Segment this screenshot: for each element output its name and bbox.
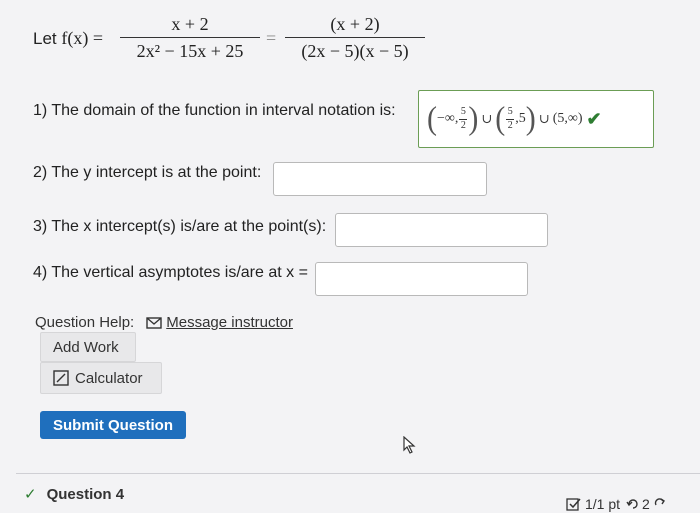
score-check-icon: [566, 497, 581, 511]
neg-infinity: −∞,: [437, 111, 459, 126]
q4-answer-input[interactable]: [315, 262, 528, 296]
frac-num: 5: [507, 106, 513, 117]
interval-3: (5,∞): [552, 111, 583, 126]
frac-den: 2: [460, 119, 466, 131]
add-work-button[interactable]: Add Work: [40, 332, 136, 362]
retry-icon: [626, 499, 638, 509]
fraction-five-halves-1: 5 2: [459, 106, 468, 131]
correct-check-icon: ✔: [586, 108, 602, 129]
union-symbol-1: ∪: [481, 111, 493, 126]
envelope-icon: [146, 316, 162, 329]
frac-num: 5: [460, 106, 466, 117]
q2-answer-input[interactable]: [273, 162, 487, 196]
question-4-item[interactable]: ✓ Question 4: [24, 485, 125, 504]
retries-count: 2: [642, 496, 650, 512]
paren-close-2: ): [525, 100, 536, 137]
message-instructor-link[interactable]: Message instructor: [146, 314, 293, 331]
equals-sign: =: [266, 28, 277, 48]
q3-text: 3) The x intercept(s) is/are at the poin…: [33, 218, 327, 235]
calculator-button[interactable]: Calculator: [40, 362, 162, 394]
mouse-cursor-icon: [403, 436, 416, 454]
fraction-2: (x + 2) (2x − 5)(x − 5): [285, 14, 425, 62]
submit-question-button[interactable]: Submit Question: [40, 411, 186, 439]
retry-area: 2: [626, 496, 666, 512]
fraction-1-numerator: x + 2: [171, 14, 209, 34]
fraction-1-denominator: 2x² − 15x + 25: [136, 41, 244, 61]
q2-text: 2) The y intercept is at the point:: [33, 164, 262, 181]
let-label: Let: [33, 29, 57, 48]
paren-open-1: (: [427, 100, 437, 137]
function-definition: Let f(x) =: [33, 28, 103, 49]
q3-answer-input[interactable]: [335, 213, 548, 247]
fx-label: f(x) =: [61, 28, 104, 48]
paren-close-1: ): [468, 100, 479, 137]
q4-text: 4) The vertical asymptotes is/are at x =: [33, 264, 308, 281]
score-text: 1/1 pt: [585, 496, 621, 512]
q1-answer-box[interactable]: ( −∞, 5 2 ) ∪ ( 5 2 ,5 ) ∪ (5,∞) ✔: [418, 90, 654, 148]
question-help: Question Help: Message instructor: [35, 314, 293, 331]
fraction-2-numerator: (x + 2): [330, 14, 380, 34]
question-help-label: Question Help:: [35, 314, 135, 331]
question-4-label: Question 4: [46, 485, 125, 503]
paren-open-2: (: [495, 100, 506, 137]
q1-answer-math: ( −∞, 5 2 ) ∪ ( 5 2 ,5 ) ∪ (5,∞) ✔: [427, 100, 602, 137]
score-area: 1/1 pt 2: [566, 496, 666, 512]
sync-icon: [654, 498, 665, 506]
union-symbol-2: ∪: [538, 111, 550, 126]
add-work-label: Add Work: [53, 338, 119, 356]
fraction-2-denominator: (2x − 5)(x − 5): [301, 41, 409, 61]
fraction-five-halves-2: 5 2: [506, 106, 515, 131]
frac-den: 2: [507, 119, 513, 131]
five-value: ,5: [515, 111, 526, 126]
q1-text: 1) The domain of the function in interva…: [33, 102, 396, 119]
message-instructor-label: Message instructor: [166, 314, 293, 331]
question-check-icon: ✓: [24, 486, 37, 503]
calculator-label: Calculator: [75, 369, 143, 387]
calculator-icon: [53, 370, 69, 386]
footer-divider: [16, 473, 700, 474]
fraction-1: x + 2 2x² − 15x + 25: [120, 14, 260, 62]
